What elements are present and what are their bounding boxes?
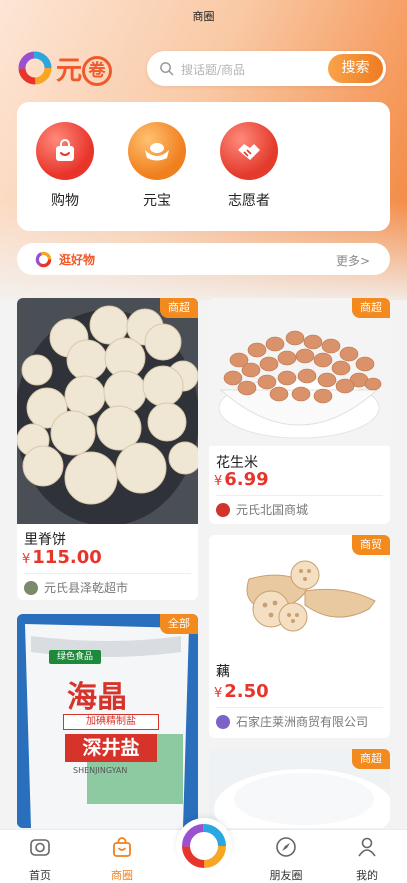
quick-entry-label: 购物: [51, 193, 79, 209]
salt-brand: 海晶: [67, 680, 127, 715]
product-price: ¥2.50: [214, 681, 269, 702]
nav-label: 朋友圈: [269, 869, 303, 882]
price-value: 2.50: [224, 681, 269, 702]
currency-symbol: ¥: [214, 474, 223, 489]
divider: [24, 573, 191, 574]
ingot-icon: [128, 122, 186, 180]
quick-entry-shopping[interactable]: 购物: [33, 122, 97, 210]
shop-row: 元氏县泽乾超市: [24, 579, 128, 596]
page-title: 商圈: [192, 10, 215, 23]
handshake-icon: [220, 122, 278, 180]
app-logo-icon: [18, 51, 52, 85]
price-value: 6.99: [224, 469, 269, 490]
nav-item-shop[interactable]: 商圈: [92, 835, 152, 883]
product-name: 藕: [216, 664, 230, 680]
home-icon: [30, 839, 50, 856]
nav-label: 商圈: [111, 869, 133, 882]
quick-entry-card: 购物 元宝 志愿者: [17, 102, 390, 231]
product-image: 商贸: [209, 535, 390, 653]
quick-entry-ingot[interactable]: 元宝: [125, 122, 189, 210]
category-tag: 全部: [160, 614, 198, 634]
section-logo-icon: [35, 251, 52, 268]
price-value: 115.00: [32, 547, 102, 568]
search-bar[interactable]: 搜话题/商品 搜索: [147, 51, 386, 86]
quick-entry-volunteer[interactable]: 志愿者: [217, 122, 281, 210]
app-logo-icon: [182, 824, 226, 868]
shop-name: 元氏北国商城: [236, 503, 309, 517]
nav-item-friends[interactable]: 朋友圈: [256, 835, 316, 883]
shop-row: 元氏北国商城: [216, 501, 308, 518]
shop-name: 元氏县泽乾超市: [44, 581, 129, 595]
quick-entry-label: 元宝: [143, 193, 171, 209]
product-price: ¥115.00: [22, 547, 102, 568]
nav-item-home[interactable]: 首页: [10, 835, 70, 883]
nav-item-mine[interactable]: 我的: [337, 835, 397, 883]
currency-symbol: ¥: [22, 552, 31, 567]
currency-symbol: ¥: [214, 686, 223, 701]
category-tag: 商超: [352, 298, 390, 318]
search-input[interactable]: 搜话题/商品: [181, 61, 245, 78]
salt-pinyin: SHENJINGYAN: [73, 766, 128, 775]
shopping-bag-icon: [36, 122, 94, 180]
shop-name: 石家庄莱洲商贸有限公司: [236, 715, 369, 729]
shop-bag-icon: [113, 837, 131, 857]
product-image: 商超: [209, 298, 390, 446]
more-link[interactable]: 更多>: [336, 252, 370, 269]
search-icon: [160, 62, 174, 76]
divider: [216, 495, 383, 496]
shop-avatar: [216, 502, 230, 517]
product-card[interactable]: 商贸 藕 ¥2.50 石家庄莱洲商贸有限公司: [209, 535, 390, 738]
category-tag: 商超: [352, 749, 390, 769]
shop-row: 石家庄莱洲商贸有限公司: [216, 713, 368, 730]
product-name: 里脊饼: [24, 532, 66, 548]
product-card[interactable]: 商超: [209, 749, 390, 828]
compass-icon: [276, 837, 296, 857]
category-tag: 商超: [160, 298, 198, 318]
nav-label: 我的: [356, 869, 378, 882]
salt-name: 深井盐: [65, 734, 157, 762]
shop-avatar: [24, 580, 38, 595]
divider: [216, 707, 383, 708]
section-title: 逛好物: [59, 253, 96, 267]
brand-part1: 元: [56, 56, 82, 86]
user-icon: [358, 837, 376, 857]
product-image: 绿色食品 海晶 加碘精制盐 深井盐 SHENJINGYAN 全部: [17, 614, 198, 828]
green-food-badge: 绿色食品: [49, 650, 101, 664]
shop-avatar: [216, 714, 230, 729]
product-card[interactable]: 商超 花生米 ¥6.99 元氏北国商城: [209, 298, 390, 524]
product-card[interactable]: 绿色食品 海晶 加碘精制盐 深井盐 SHENJINGYAN 全部: [17, 614, 198, 828]
salt-subtitle: 加碘精制盐: [63, 714, 159, 730]
quick-entry-label: 志愿者: [228, 193, 270, 209]
section-header: 逛好物 更多>: [17, 243, 390, 275]
search-button[interactable]: 搜索: [328, 54, 383, 83]
product-image: 商超: [209, 749, 390, 828]
brand-part2: 卷: [82, 56, 113, 86]
product-price: ¥6.99: [214, 469, 269, 490]
product-card[interactable]: 商超 里脊饼 ¥115.00 元氏县泽乾超市: [17, 298, 198, 600]
category-tag: 商贸: [352, 535, 390, 555]
app-logo-text: 元卷: [56, 50, 113, 87]
product-image: 商超: [17, 298, 198, 524]
center-logo-button[interactable]: [176, 818, 232, 874]
nav-label: 首页: [29, 869, 51, 882]
